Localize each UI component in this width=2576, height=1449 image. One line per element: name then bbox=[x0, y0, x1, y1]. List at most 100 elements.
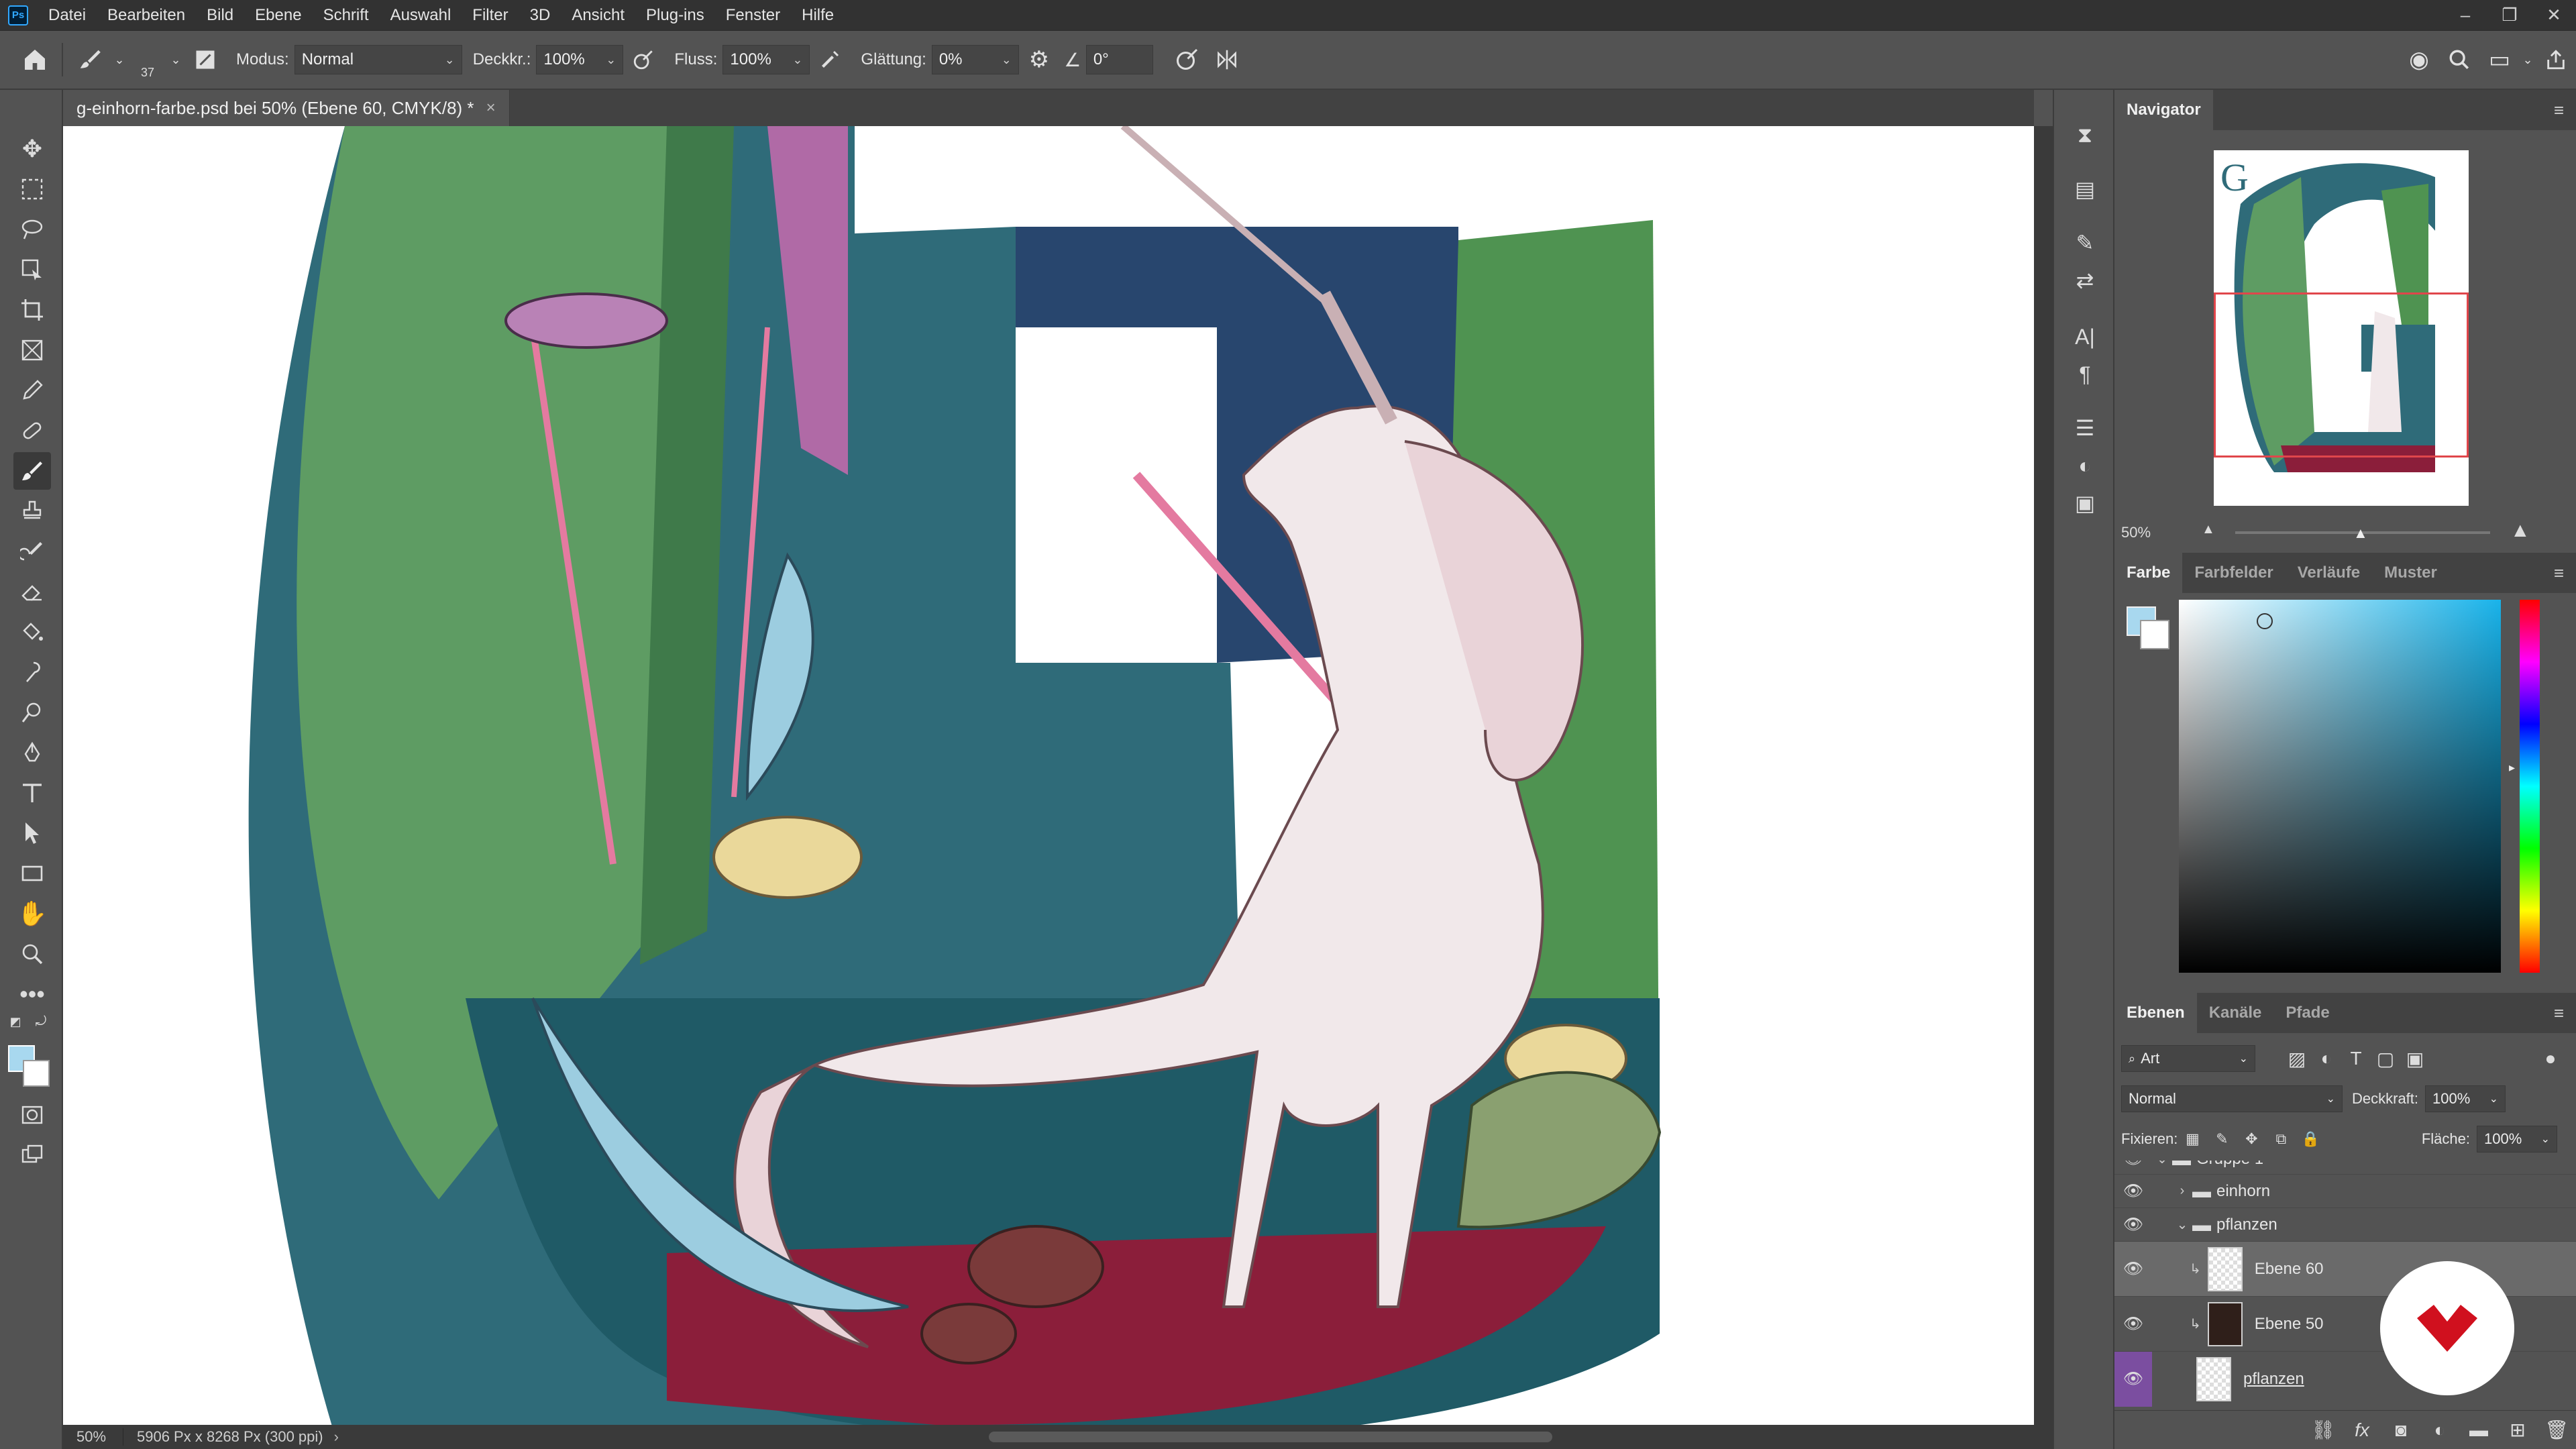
visibility-eye-icon[interactable]: 👁 bbox=[2114, 1215, 2152, 1234]
screen-mode-icon[interactable] bbox=[13, 1136, 51, 1174]
lock-transparency-icon[interactable]: ▦ bbox=[2178, 1124, 2207, 1154]
symmetry-icon[interactable] bbox=[1207, 40, 1247, 80]
close-icon[interactable]: × bbox=[486, 99, 496, 117]
canvas-area[interactable] bbox=[63, 126, 2034, 1425]
type-tool-icon[interactable] bbox=[13, 774, 51, 812]
hue-slider-arrow[interactable]: ▸ bbox=[2509, 761, 2515, 775]
lock-all-icon[interactable]: 🔒 bbox=[2296, 1124, 2325, 1154]
horizontal-scrollbar[interactable] bbox=[989, 1432, 1552, 1442]
color-background-swatch[interactable] bbox=[2140, 620, 2169, 649]
tab-navigator[interactable]: Navigator bbox=[2114, 90, 2213, 130]
healing-brush-icon[interactable] bbox=[13, 412, 51, 449]
gear-icon[interactable]: ⚙ bbox=[1019, 40, 1059, 80]
paragraph-panel-icon[interactable]: ¶ bbox=[2066, 356, 2104, 393]
blend-mode-select[interactable]: Normal ⌄ bbox=[2121, 1085, 2343, 1112]
tab-kanaele[interactable]: Kanäle bbox=[2197, 993, 2274, 1033]
lock-position-icon[interactable]: ✥ bbox=[2237, 1124, 2266, 1154]
angle-input[interactable]: 0° bbox=[1085, 45, 1153, 74]
layer-group-pflanzen[interactable]: 👁 ⌄ ▬ pflanzen bbox=[2114, 1208, 2576, 1241]
menu-hilfe[interactable]: Hilfe bbox=[791, 0, 845, 31]
brush-settings-icon[interactable] bbox=[185, 40, 225, 80]
object-selection-icon[interactable] bbox=[13, 251, 51, 288]
minimize-icon[interactable]: – bbox=[2443, 0, 2487, 31]
history-panel-icon[interactable]: ⧗ bbox=[2066, 117, 2104, 154]
filter-smart-object-icon[interactable]: ▣ bbox=[2400, 1044, 2430, 1073]
chevron-down-icon[interactable]: ⌄ bbox=[2152, 1161, 2172, 1167]
fluss-select[interactable]: 100% ⌄ bbox=[722, 45, 810, 74]
tab-muster[interactable]: Muster bbox=[2372, 553, 2449, 593]
chevron-right-icon[interactable]: › bbox=[334, 1428, 339, 1446]
pen-tool-icon[interactable] bbox=[13, 734, 51, 771]
visibility-eye-icon[interactable]: 👁 bbox=[2114, 1161, 2152, 1169]
menu-schrift[interactable]: Schrift bbox=[313, 0, 380, 31]
zoom-in-icon[interactable]: ▲ bbox=[2510, 519, 2530, 542]
delete-layer-icon[interactable]: 🗑 bbox=[2537, 1419, 2576, 1441]
dodge-tool-icon[interactable] bbox=[13, 694, 51, 731]
tab-farbfelder[interactable]: Farbfelder bbox=[2182, 553, 2285, 593]
slider-knob[interactable]: ▲ bbox=[2353, 525, 2368, 542]
brush-preset-icon[interactable] bbox=[70, 40, 110, 80]
menu-fenster[interactable]: Fenster bbox=[715, 0, 791, 31]
hue-slider[interactable] bbox=[2520, 600, 2540, 973]
smudge-tool-icon[interactable] bbox=[13, 653, 51, 691]
eraser-tool-icon[interactable] bbox=[13, 573, 51, 610]
color-field-picker[interactable] bbox=[2179, 600, 2501, 973]
new-layer-icon[interactable]: ⊞ bbox=[2498, 1419, 2537, 1441]
menu-auswahl[interactable]: Auswahl bbox=[380, 0, 462, 31]
color-picker-cursor[interactable] bbox=[2257, 613, 2273, 629]
menu-ansicht[interactable]: Ansicht bbox=[561, 0, 635, 31]
adjustment-layer-icon[interactable]: ◐ bbox=[2420, 1419, 2459, 1441]
history-brush-icon[interactable] bbox=[13, 533, 51, 570]
stamp-tool-icon[interactable] bbox=[13, 492, 51, 530]
menu-bearbeiten[interactable]: Bearbeiten bbox=[97, 0, 196, 31]
layer-group-einhorn[interactable]: 👁 › ▬ einhorn bbox=[2114, 1174, 2576, 1208]
menu-bild[interactable]: Bild bbox=[196, 0, 244, 31]
tab-verlaeufe[interactable]: Verläufe bbox=[2286, 553, 2372, 593]
airbrush-icon[interactable] bbox=[810, 40, 850, 80]
chevron-down-icon[interactable]: ⌄ bbox=[166, 40, 185, 80]
status-zoom[interactable]: 50% bbox=[63, 1428, 123, 1446]
filter-toggle-icon[interactable]: ● bbox=[2536, 1044, 2565, 1073]
brush-settings-panel-icon[interactable]: ⇄ bbox=[2066, 262, 2104, 299]
opacity-input[interactable]: 100% ⌄ bbox=[2425, 1085, 2506, 1112]
layer-filter-select[interactable]: ⌕ Art ⌄ bbox=[2121, 1045, 2255, 1072]
pressure-opacity-icon[interactable] bbox=[623, 40, 663, 80]
tab-pfade[interactable]: Pfade bbox=[2273, 993, 2341, 1033]
menu-datei[interactable]: Datei bbox=[38, 0, 97, 31]
character-panel-icon[interactable]: A| bbox=[2066, 318, 2104, 356]
more-tools-icon[interactable]: ••• bbox=[13, 975, 51, 1013]
brush-tool-icon[interactable] bbox=[13, 452, 51, 490]
zoom-tool-icon[interactable] bbox=[13, 935, 51, 973]
path-selection-icon[interactable] bbox=[13, 814, 51, 852]
restore-icon[interactable]: ❐ bbox=[2487, 0, 2532, 31]
paint-bucket-icon[interactable] bbox=[13, 613, 51, 651]
share-icon[interactable] bbox=[2536, 40, 2576, 80]
filter-adjustment-icon[interactable]: ◐ bbox=[2312, 1044, 2341, 1073]
swap-colors-icon[interactable]: ⤾ bbox=[31, 1012, 51, 1032]
tab-farbe[interactable]: Farbe bbox=[2114, 553, 2183, 593]
move-tool-icon[interactable]: ✥ bbox=[13, 130, 51, 168]
add-mask-icon[interactable]: ◙ bbox=[2381, 1419, 2420, 1441]
background-color-swatch[interactable] bbox=[23, 1060, 50, 1087]
quick-mask-icon[interactable] bbox=[13, 1096, 51, 1134]
home-icon[interactable] bbox=[15, 40, 55, 80]
panel-menu-icon[interactable]: ≡ bbox=[2554, 1003, 2564, 1024]
chevron-down-icon[interactable]: ⌄ bbox=[110, 40, 129, 80]
adjustments-panel-icon[interactable]: ◐ bbox=[2066, 447, 2104, 484]
navigator-view-box[interactable] bbox=[2214, 292, 2469, 458]
workspace-icon[interactable]: ▭ bbox=[2479, 40, 2520, 80]
brushes-panel-icon[interactable]: ✎ bbox=[2066, 224, 2104, 262]
lock-artboard-icon[interactable]: ⧉ bbox=[2266, 1124, 2296, 1154]
zoom-out-icon[interactable]: ▲ bbox=[2202, 522, 2215, 537]
modus-select[interactable]: Normal ⌄ bbox=[294, 45, 462, 74]
rectangle-tool-icon[interactable] bbox=[13, 855, 51, 892]
new-group-icon[interactable]: ▬ bbox=[2459, 1419, 2498, 1441]
brush-size-picker[interactable]: 37 bbox=[129, 40, 166, 80]
visibility-eye-icon[interactable]: 👁 bbox=[2114, 1259, 2152, 1279]
frame-tool-icon[interactable] bbox=[13, 331, 51, 369]
layer-ebene-60[interactable]: 👁 ↳ Ebene 60 bbox=[2114, 1241, 2576, 1296]
filter-shape-icon[interactable]: ▢ bbox=[2371, 1044, 2400, 1073]
link-layers-icon[interactable]: ⛓ bbox=[2304, 1419, 2343, 1441]
lock-pixels-icon[interactable]: ✎ bbox=[2207, 1124, 2237, 1154]
chevron-right-icon[interactable]: › bbox=[2172, 1183, 2192, 1199]
